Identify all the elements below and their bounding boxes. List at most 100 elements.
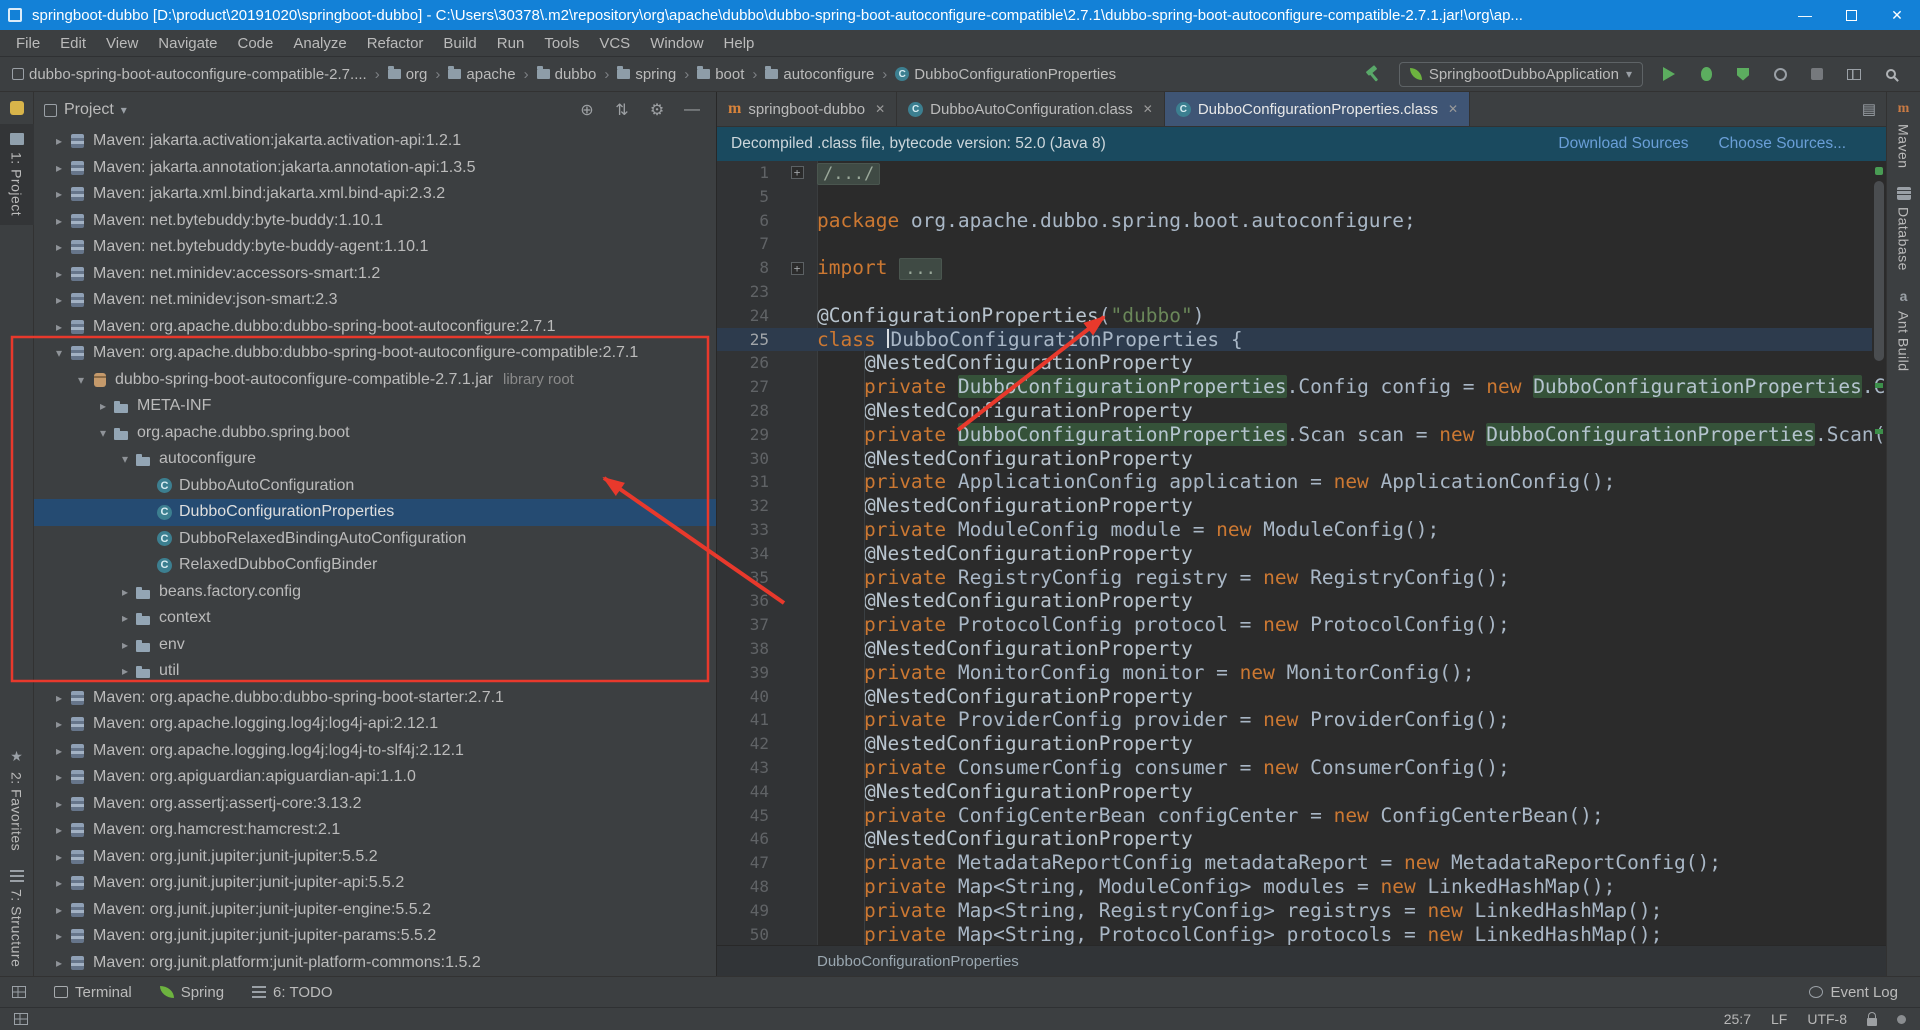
tool-stripe-button-maven[interactable]: Maven (1887, 92, 1920, 178)
tree-toggle-icon[interactable]: ▸ (116, 638, 134, 652)
tree-item[interactable]: ▾ dubbo-spring-boot-autoconfigure-compati… (34, 367, 716, 394)
indicator-icon[interactable] (1897, 1014, 1906, 1024)
code-line-45[interactable]: 45 private ConfigCenterBean configCenter… (717, 804, 1872, 828)
scrollbar-thumb[interactable] (1874, 181, 1884, 361)
tree-toggle-icon[interactable]: ▾ (116, 452, 134, 466)
menu-item-navigate[interactable]: Navigate (148, 35, 227, 52)
tree-item[interactable]: ▾ Maven: org.apache.dubbo:dubbo-spring-bo… (34, 340, 716, 367)
tree-item[interactable]: ▸ Maven: org.junit.jupiter:junit-jupiter-… (34, 923, 716, 950)
menu-item-view[interactable]: View (96, 35, 148, 52)
tree-toggle-icon[interactable]: ▸ (116, 664, 134, 678)
close-icon[interactable]: ✕ (1448, 102, 1458, 116)
code-line-6[interactable]: 6 package org.apache.dubbo.spring.boot.au… (717, 209, 1872, 233)
code-line-50[interactable]: 50 private Map<String, ProtocolConfig> p… (717, 923, 1872, 946)
menu-item-run[interactable]: Run (487, 35, 535, 52)
tool-stripe-button-7-structure[interactable]: 7: Structure (0, 861, 34, 976)
run-button[interactable] (1658, 63, 1680, 85)
settings-icon[interactable]: ⚙ (643, 100, 671, 120)
minimize-button[interactable]: — (1782, 0, 1828, 30)
tree-item[interactable]: ▸ context (34, 605, 716, 632)
lock-icon[interactable] (1867, 1011, 1877, 1026)
tree-toggle-icon[interactable]: ▸ (50, 293, 68, 307)
tree-item[interactable]: ▸ Maven: org.hamcrest:hamcrest:2.1 (34, 817, 716, 844)
menu-item-window[interactable]: Window (640, 35, 713, 52)
tree-item[interactable]: C DubboAutoConfiguration (34, 473, 716, 500)
menu-item-refactor[interactable]: Refactor (357, 35, 434, 52)
tree-item[interactable]: ▸ beans.factory.config (34, 579, 716, 606)
editor-tabs-options-icon[interactable]: ▤ (1862, 92, 1886, 126)
tree-item[interactable]: ▸ Maven: org.junit.jupiter:junit-jupiter:… (34, 844, 716, 871)
toolwindow-button-spring[interactable]: Spring (159, 984, 224, 1001)
code-line-35[interactable]: 35 private RegistryConfig registry = new… (717, 566, 1872, 590)
code-line-46[interactable]: 46 @NestedConfigurationProperty (717, 827, 1872, 851)
code-line-27[interactable]: 27 private DubboConfigurationProperties.… (717, 375, 1886, 399)
run-configuration-select[interactable]: SpringbootDubboApplication ▾ (1398, 61, 1643, 87)
tree-item[interactable]: ▸ Maven: org.apache.dubbo:dubbo-spring-bo… (34, 314, 716, 341)
tree-toggle-icon[interactable]: ▸ (94, 399, 112, 413)
tree-toggle-icon[interactable]: ▸ (50, 850, 68, 864)
editor-scrollbar[interactable] (1872, 161, 1886, 945)
banner-link[interactable]: Download Sources (1558, 135, 1688, 153)
code-line-37[interactable]: 37 private ProtocolConfig protocol = new… (717, 613, 1872, 637)
code-line-40[interactable]: 40 @NestedConfigurationProperty (717, 685, 1872, 709)
layout-button[interactable] (1843, 63, 1865, 85)
tree-toggle-icon[interactable]: ▸ (50, 797, 68, 811)
close-icon[interactable]: ✕ (875, 102, 885, 116)
code-line-42[interactable]: 42 @NestedConfigurationProperty (717, 732, 1872, 756)
tree-item[interactable]: ▸ util (34, 658, 716, 685)
tree-item[interactable]: ▸ META-INF (34, 393, 716, 420)
tool-stripe-button-2-favorites[interactable]: 2: Favorites (0, 739, 34, 860)
profiler-button[interactable] (1769, 63, 1791, 85)
tool-stripe-button-database[interactable]: Database (1887, 178, 1920, 280)
tool-stripe-button-ant-build[interactable]: Ant Build (1887, 279, 1920, 381)
tree-toggle-icon[interactable]: ▾ (50, 346, 68, 360)
build-project-button[interactable] (1362, 63, 1384, 85)
code-line-28[interactable]: 28 @NestedConfigurationProperty (717, 399, 1872, 423)
tree-toggle-icon[interactable]: ▾ (72, 373, 90, 387)
code-line-32[interactable]: 32 @NestedConfigurationProperty (717, 494, 1872, 518)
menu-item-tools[interactable]: Tools (534, 35, 589, 52)
debug-button[interactable] (1695, 63, 1717, 85)
tree-item[interactable]: ▸ Maven: org.apache.logging.log4j:log4j-a… (34, 711, 716, 738)
breadcrumb-item[interactable]: autoconfigure (765, 66, 874, 83)
code-line-1[interactable]: 1 + /.../ (717, 161, 1872, 185)
line-separator[interactable]: LF (1771, 1011, 1787, 1027)
tree-item[interactable]: ▸ Maven: jakarta.annotation:jakarta.annot… (34, 155, 716, 182)
tree-item[interactable]: ▸ Maven: net.bytebuddy:byte-buddy-agent:1… (34, 234, 716, 261)
breadcrumb-item[interactable]: dubbo (536, 66, 596, 83)
tree-item[interactable]: C RelaxedDubboConfigBinder (34, 552, 716, 579)
menu-item-code[interactable]: Code (227, 35, 283, 52)
coverage-button[interactable] (1732, 63, 1754, 85)
fold-icon[interactable]: + (790, 166, 804, 180)
tree-item[interactable]: ▸ Maven: org.apiguardian:apiguardian-api:… (34, 764, 716, 791)
breadcrumb-item[interactable]: C DubboConfigurationProperties (895, 66, 1116, 83)
hide-panel-icon[interactable]: — (678, 101, 706, 119)
tree-toggle-icon[interactable]: ▸ (50, 691, 68, 705)
tree-toggle-icon[interactable]: ▸ (116, 585, 134, 599)
toolwindow-button-terminal[interactable]: Terminal (54, 984, 132, 1001)
breadcrumb-item[interactable]: apache (448, 66, 516, 83)
menu-item-vcs[interactable]: VCS (589, 35, 640, 52)
tree-toggle-icon[interactable]: ▸ (50, 717, 68, 731)
menu-item-help[interactable]: Help (714, 35, 765, 52)
tool-stripe-button-learn[interactable] (0, 92, 34, 124)
menu-item-build[interactable]: Build (433, 35, 486, 52)
breadcrumb-item[interactable]: dubbo-spring-boot-autoconfigure-compatib… (12, 66, 367, 83)
toolwindow-button-event-log[interactable]: Event Log (1809, 984, 1898, 1001)
tree-item[interactable]: ▾ autoconfigure (34, 446, 716, 473)
project-panel-title[interactable]: Project (64, 101, 114, 119)
tree-item[interactable]: ▾ org.apache.dubbo.spring.boot (34, 420, 716, 447)
tree-item[interactable]: ▸ Maven: jakarta.activation:jakarta.activ… (34, 128, 716, 155)
code-line-44[interactable]: 44 @NestedConfigurationProperty (717, 780, 1872, 804)
tree-item[interactable]: ▸ Maven: org.junit.jupiter:junit-jupiter-… (34, 870, 716, 897)
tree-toggle-icon[interactable]: ▸ (50, 956, 68, 970)
tree-item[interactable]: ▸ Maven: net.minidev:accessors-smart:1.2 (34, 261, 716, 288)
code-line-36[interactable]: 36 @NestedConfigurationProperty (717, 589, 1872, 613)
tree-toggle-icon[interactable]: ▸ (50, 187, 68, 201)
menu-item-file[interactable]: File (6, 35, 50, 52)
code-line-38[interactable]: 38 @NestedConfigurationProperty (717, 637, 1872, 661)
tool-windows-icon[interactable] (14, 1013, 28, 1025)
menu-item-edit[interactable]: Edit (50, 35, 96, 52)
editor-breadcrumb[interactable]: DubboConfigurationProperties (717, 945, 1886, 976)
tree-item[interactable]: ▸ Maven: org.junit.jupiter:junit-jupiter-… (34, 897, 716, 924)
